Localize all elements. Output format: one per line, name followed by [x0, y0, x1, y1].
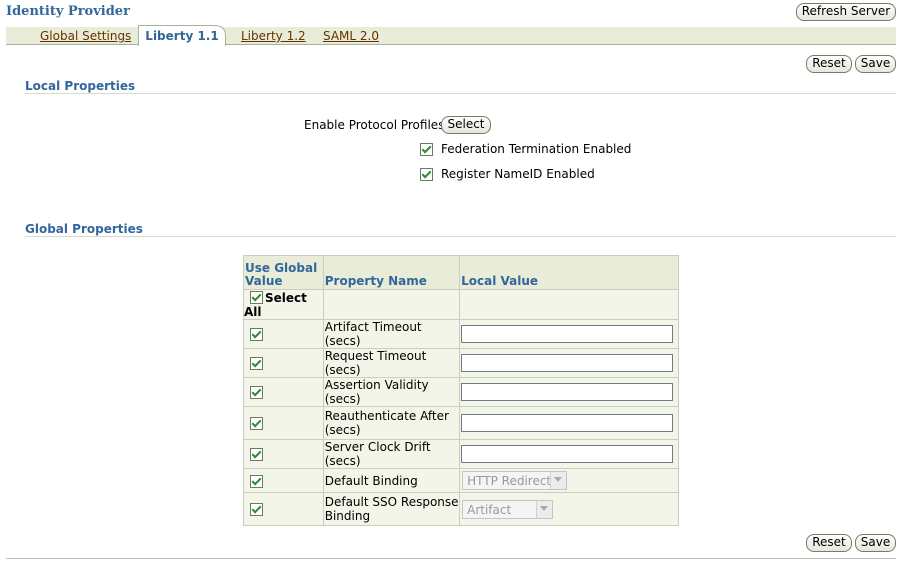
- global-properties-heading: Global Properties: [25, 222, 143, 236]
- empty-cell: [459, 289, 679, 320]
- register-nameid-label: Register NameID Enabled: [441, 167, 595, 181]
- default-sso-response-binding-value: Artifact: [467, 502, 512, 517]
- use-global-checkbox-request-timeout[interactable]: [250, 357, 263, 370]
- server-clock-drift-input[interactable]: [461, 445, 674, 463]
- use-global-checkbox-reauthenticate-after[interactable]: [250, 417, 263, 430]
- local-value-cell: HTTP Redirect: [459, 468, 679, 493]
- table-row: Artifact Timeout (secs): [243, 319, 679, 349]
- select-all-cell: Select All: [243, 289, 324, 320]
- tab-liberty-1-2[interactable]: Liberty 1.2: [241, 29, 306, 43]
- reset-button-top[interactable]: Reset: [806, 55, 852, 73]
- column-header-property-name: Property Name: [322, 255, 461, 290]
- default-sso-response-binding-select[interactable]: Artifact: [462, 499, 554, 519]
- reset-button-bottom[interactable]: Reset: [806, 534, 852, 552]
- select-all-row: Select All: [243, 289, 679, 320]
- table-row: Assertion Validity (secs): [243, 377, 679, 407]
- tab-liberty-1-1[interactable]: Liberty 1.1: [138, 25, 226, 46]
- property-name-cell: Default Binding: [322, 468, 461, 493]
- federation-termination-label: Federation Termination Enabled: [441, 142, 632, 156]
- property-name-cell: Request Timeout (secs): [322, 348, 461, 378]
- table-header-row: Use Global Value Property Name Local Val…: [243, 255, 679, 290]
- local-properties-heading: Local Properties: [25, 79, 136, 93]
- empty-cell: [322, 289, 461, 320]
- footer-divider: [6, 558, 896, 559]
- local-value-cell: [459, 319, 679, 349]
- column-header-local-value: Local Value: [459, 255, 679, 290]
- page-title: Identity Provider: [6, 4, 130, 19]
- global-properties-table: Use Global Value Property Name Local Val…: [243, 255, 679, 526]
- chevron-down-icon: [550, 472, 567, 489]
- local-properties-divider: [25, 93, 896, 94]
- enable-protocol-profiles-label: Enable Protocol Profiles: [304, 118, 445, 132]
- artifact-timeout-input[interactable]: [461, 325, 674, 343]
- table-row: Request Timeout (secs): [243, 348, 679, 378]
- use-global-checkbox-assertion-validity[interactable]: [250, 386, 263, 399]
- request-timeout-input[interactable]: [461, 354, 674, 372]
- default-binding-value: HTTP Redirect: [467, 474, 552, 488]
- use-global-cell: [243, 348, 324, 378]
- local-value-cell: [459, 348, 679, 378]
- select-profiles-button[interactable]: Select: [441, 116, 491, 134]
- register-nameid-checkbox[interactable]: [420, 168, 433, 181]
- property-name-cell: Reauthenticate After (secs): [322, 406, 461, 440]
- local-value-cell: [459, 439, 679, 469]
- federation-termination-checkbox[interactable]: [420, 143, 433, 156]
- property-name-cell: Default SSO Response Binding: [322, 492, 461, 526]
- select-all-checkbox[interactable]: [250, 291, 263, 304]
- table-row: Default Binding HTTP Redirect: [243, 468, 679, 493]
- use-global-checkbox-default-binding[interactable]: [250, 474, 263, 488]
- default-binding-select[interactable]: HTTP Redirect: [462, 471, 568, 490]
- save-button-top[interactable]: Save: [855, 55, 896, 73]
- use-global-cell: [243, 406, 324, 440]
- property-name-cell: Server Clock Drift (secs): [322, 439, 461, 469]
- use-global-checkbox-artifact-timeout[interactable]: [250, 328, 263, 341]
- property-name-cell: Assertion Validity (secs): [322, 377, 461, 407]
- table-row: Server Clock Drift (secs): [243, 439, 679, 469]
- global-properties-divider: [25, 236, 896, 237]
- use-global-cell: [243, 319, 324, 349]
- table-row: Default SSO Response Binding Artifact: [243, 492, 679, 526]
- refresh-server-button[interactable]: Refresh Server: [796, 3, 896, 21]
- use-global-cell: [243, 377, 324, 407]
- use-global-cell: [243, 468, 324, 493]
- use-global-checkbox-default-sso-response-binding[interactable]: [250, 503, 263, 516]
- local-value-cell: Artifact: [459, 492, 679, 526]
- save-button-bottom[interactable]: Save: [855, 534, 896, 552]
- local-value-cell: [459, 377, 679, 407]
- column-header-use-global: Use Global Value: [243, 255, 324, 290]
- property-name-cell: Artifact Timeout (secs): [322, 319, 461, 349]
- chevron-down-icon: [536, 500, 553, 518]
- tab-saml-2-0[interactable]: SAML 2.0: [323, 29, 379, 43]
- local-value-cell: [459, 406, 679, 440]
- table-row: Reauthenticate After (secs): [243, 406, 679, 440]
- reauthenticate-after-input[interactable]: [461, 414, 674, 432]
- use-global-checkbox-server-clock-drift[interactable]: [250, 448, 263, 461]
- assertion-validity-input[interactable]: [461, 383, 674, 401]
- use-global-cell: [243, 439, 324, 469]
- use-global-cell: [243, 492, 324, 526]
- tab-global-settings[interactable]: Global Settings: [40, 29, 131, 43]
